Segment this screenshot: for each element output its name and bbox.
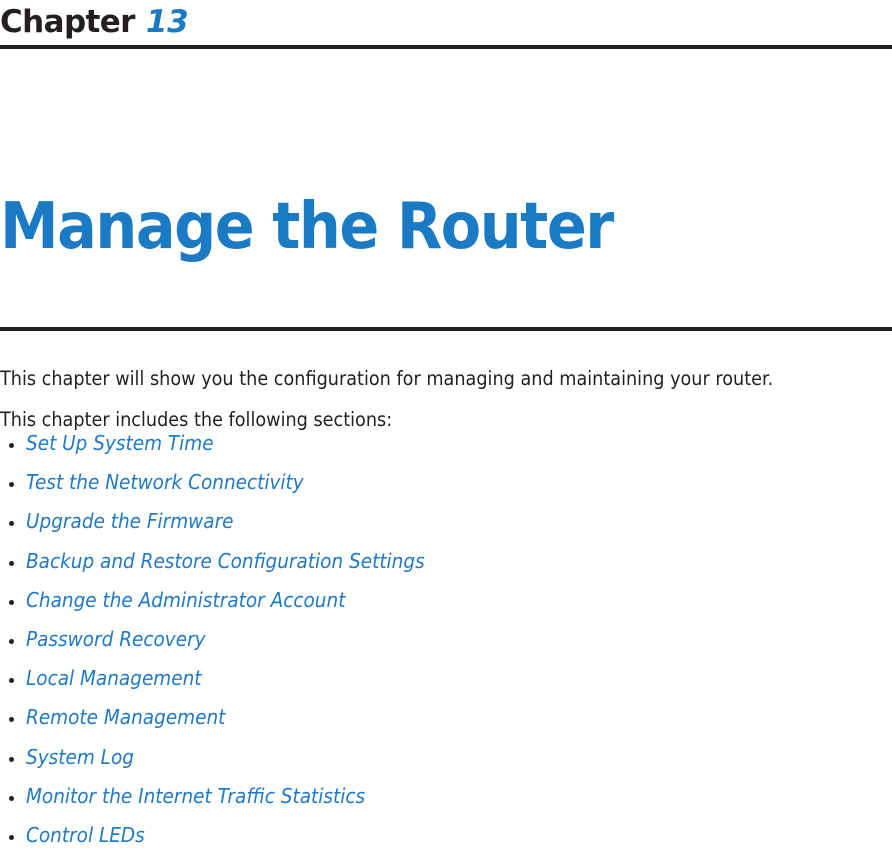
intro-paragraph-1: This chapter will show you the configura… (0, 366, 774, 390)
page-title: Manage the Router (0, 189, 614, 264)
section-link[interactable]: Change the Administrator Account (26, 588, 345, 613)
list-item[interactable]: Backup and Restore Configuration Setting… (0, 549, 892, 588)
section-link[interactable]: Password Recovery (26, 627, 206, 652)
bullet-dot-icon (9, 638, 14, 644)
list-item[interactable]: Upgrade the Firmware (0, 509, 892, 548)
bullet-dot-icon (9, 834, 14, 840)
list-item[interactable]: Monitor the Internet Traffic Statistics (0, 784, 892, 823)
section-link[interactable]: Backup and Restore Configuration Setting… (26, 549, 425, 574)
section-link[interactable]: Local Management (26, 666, 202, 691)
divider-middle (0, 327, 892, 331)
bullet-dot-icon (9, 795, 14, 801)
section-link[interactable]: Test the Network Connectivity (26, 470, 304, 495)
bullet-dot-icon (9, 482, 14, 488)
section-link[interactable]: Monitor the Internet Traffic Statistics (26, 784, 365, 809)
chapter-number: 13 (145, 3, 189, 40)
section-link[interactable]: Remote Management (26, 705, 225, 730)
bullet-dot-icon (9, 521, 14, 527)
divider-top (0, 45, 892, 49)
bullet-dot-icon (9, 560, 14, 566)
section-link-list: Set Up System Time Test the Network Conn… (0, 431, 892, 848)
list-item[interactable]: Local Management (0, 666, 892, 705)
bullet-dot-icon (9, 599, 14, 605)
section-link[interactable]: System Log (26, 745, 134, 770)
list-item[interactable]: Set Up System Time (0, 431, 892, 470)
bullet-dot-icon (9, 678, 14, 684)
list-item[interactable]: Control LEDs (0, 823, 892, 848)
bullet-dot-icon (9, 443, 14, 448)
chapter-label: Chapter (0, 3, 135, 40)
list-item[interactable]: System Log (0, 745, 892, 784)
section-link[interactable]: Control LEDs (26, 823, 145, 848)
chapter-eyebrow: Chapter 13 (0, 0, 892, 44)
list-item[interactable]: Remote Management (0, 705, 892, 744)
list-item[interactable]: Change the Administrator Account (0, 588, 892, 627)
list-item[interactable]: Test the Network Connectivity (0, 470, 892, 509)
section-link[interactable]: Set Up System Time (26, 431, 214, 456)
bullet-dot-icon (9, 717, 14, 723)
intro-paragraph-2: This chapter includes the following sect… (0, 407, 393, 431)
list-item[interactable]: Password Recovery (0, 627, 892, 666)
section-link[interactable]: Upgrade the Firmware (26, 509, 234, 534)
bullet-dot-icon (9, 756, 14, 762)
document-page: Chapter 13 Manage the Router This chapte… (0, 0, 892, 848)
